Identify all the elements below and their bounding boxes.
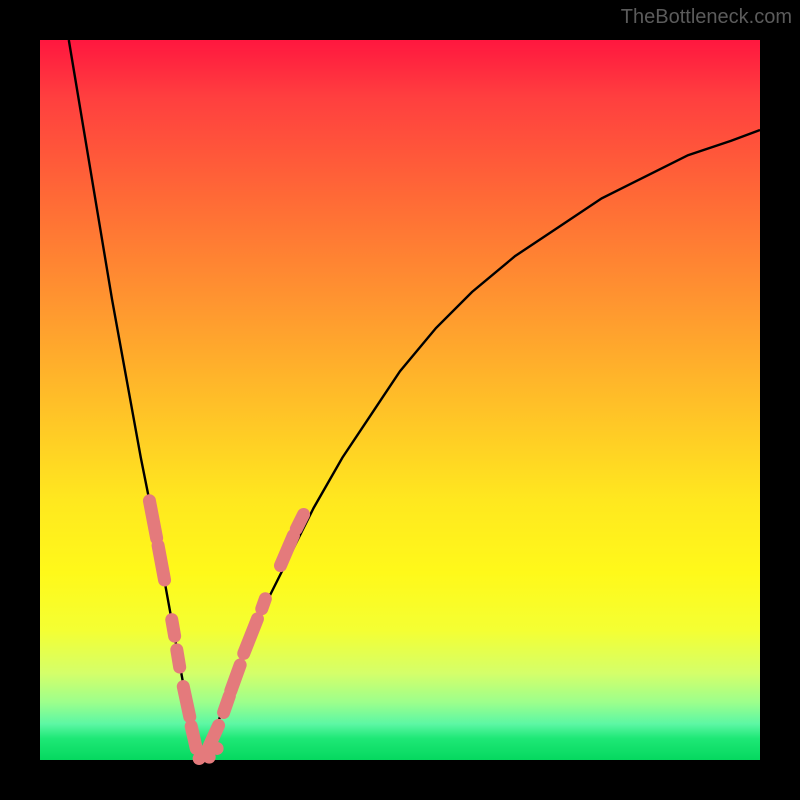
bead-segment-left bbox=[177, 650, 180, 667]
bead-segment-right bbox=[244, 619, 258, 654]
bead-segment-left bbox=[183, 687, 189, 717]
bead-segment-right bbox=[231, 665, 240, 691]
bead-dot bbox=[211, 742, 224, 755]
bead-segment-right bbox=[262, 599, 266, 609]
bead-segment-right bbox=[224, 696, 230, 713]
bead-segment-left bbox=[191, 726, 196, 748]
bead-segment-right bbox=[280, 535, 293, 565]
chart-overlay-svg bbox=[0, 0, 800, 800]
bead-segment-left bbox=[149, 501, 156, 538]
bead-segment-right bbox=[296, 514, 303, 528]
bead-segment-left bbox=[158, 545, 164, 580]
bead-segment-left bbox=[172, 620, 175, 637]
